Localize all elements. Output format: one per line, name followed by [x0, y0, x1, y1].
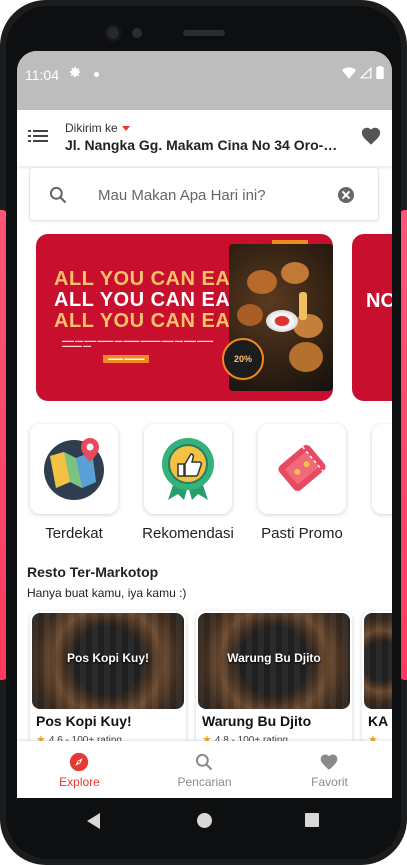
- promo-banner[interactable]: ALL YOU CAN EAT ALL YOU CAN EAT ALL YOU …: [36, 234, 333, 401]
- category-rekomendasi[interactable]: [144, 424, 232, 514]
- resto-card[interactable]: Pos Kopi Kuy! Pos Kopi Kuy! ★4.6 - 100+ …: [30, 611, 186, 746]
- system-navigation-bar: [17, 798, 392, 846]
- nav-favorit[interactable]: Favorit: [267, 741, 392, 798]
- front-camera: [104, 24, 122, 42]
- resto-image: Warung Bu Djito: [198, 613, 350, 709]
- banner-headline-2: ALL YOU CAN EAT: [54, 289, 242, 311]
- resto-card[interactable]: KA ★: [362, 611, 392, 746]
- search-bar[interactable]: [29, 167, 379, 221]
- promo-banner-next[interactable]: NO: [352, 234, 392, 401]
- back-icon[interactable]: [87, 813, 100, 829]
- wifi-icon: [342, 66, 356, 79]
- discount-badge: 20%: [222, 338, 264, 380]
- resto-image: Pos Kopi Kuy!: [32, 613, 184, 709]
- caret-down-icon: [121, 126, 130, 132]
- settings-notification-icon: [69, 66, 81, 78]
- ticket-icon: [278, 444, 326, 492]
- front-sensor: [132, 28, 142, 38]
- category-pasti-promo[interactable]: [258, 424, 346, 514]
- section-subtitle: Hanya buat kamu, iya kamu :): [27, 586, 187, 600]
- resto-name: Pos Kopi Kuy!: [36, 713, 132, 729]
- resto-image-title: Pos Kopi Kuy!: [66, 651, 149, 665]
- deliver-to-selector[interactable]: Dikirim ke: [65, 121, 130, 135]
- app-header: Dikirim ke Jl. Nangka Gg. Makam Cina No …: [17, 110, 392, 166]
- map-pin-icon: [44, 438, 104, 500]
- resto-name: KA: [368, 713, 389, 729]
- bottom-navigation: Explore Pencarian Favorit: [17, 741, 392, 798]
- menu-icon[interactable]: [28, 128, 48, 144]
- deliver-to-label: Dikirim ke: [65, 121, 118, 135]
- notification-dot: [94, 72, 99, 77]
- search-icon: [195, 753, 213, 771]
- nav-label: Explore: [59, 775, 100, 789]
- signal-icon: [360, 66, 372, 78]
- status-time: 11:04: [25, 67, 59, 83]
- resto-image-title: Warung Bu Djito: [227, 651, 321, 665]
- nav-label: Pencarian: [177, 775, 232, 789]
- status-bar: 11:04: [17, 51, 392, 110]
- earpiece-speaker: [183, 30, 225, 36]
- banner-cta-button: ▬▬▬ ▬▬▬▬: [103, 355, 150, 363]
- delivery-address[interactable]: Jl. Nangka Gg. Makam Cina No 34 Oro-Oro …: [65, 137, 347, 153]
- section-title: Resto Ter-Markotop: [27, 564, 159, 580]
- category-label: Terdekat: [45, 525, 103, 542]
- recent-apps-icon[interactable]: [305, 813, 319, 827]
- resto-card[interactable]: Warung Bu Djito Warung Bu Djito ★4.8 - 1…: [196, 611, 352, 746]
- nav-pencarian[interactable]: Pencarian: [142, 741, 267, 798]
- thumbs-up-badge-icon: [162, 438, 214, 500]
- category-label: Pasti Promo: [261, 525, 343, 542]
- category-terdekat[interactable]: [30, 424, 118, 514]
- sauce-bowl: [266, 310, 298, 332]
- category-next[interactable]: [372, 424, 392, 514]
- device-frame: 11:04 Dikirim ke Jl. Nangka Gg. Makam Ci…: [0, 0, 407, 865]
- home-icon[interactable]: [197, 813, 212, 828]
- compass-icon: [69, 752, 89, 772]
- heart-icon: [320, 754, 338, 770]
- nav-explore[interactable]: Explore: [17, 741, 142, 798]
- resto-name: Warung Bu Djito: [202, 713, 312, 729]
- banner-headline-1: ALL YOU CAN EAT: [54, 268, 242, 290]
- banner-headline-3: ALL YOU CAN EAT: [54, 310, 242, 332]
- category-label: Rekomendasi: [142, 525, 234, 542]
- status-icons: [342, 66, 384, 79]
- favorites-heart-icon[interactable]: [360, 125, 382, 147]
- clear-search-icon[interactable]: [338, 187, 354, 203]
- search-input[interactable]: [98, 183, 318, 207]
- next-banner-text: NO: [366, 290, 392, 312]
- nav-label: Favorit: [311, 775, 348, 789]
- search-icon: [49, 186, 67, 204]
- battery-icon: [376, 66, 384, 79]
- banner-fine-print: ▬▬▬ ▬▬ ▬▬▬ ▬▬▬▬ ▬▬ ▬▬▬▬ ▬▬▬▬▬ ▬▬▬ ▬▬ ▬▬▬…: [62, 338, 214, 348]
- resto-image: [364, 613, 392, 709]
- app-screen: 11:04 Dikirim ke Jl. Nangka Gg. Makam Ci…: [17, 51, 392, 798]
